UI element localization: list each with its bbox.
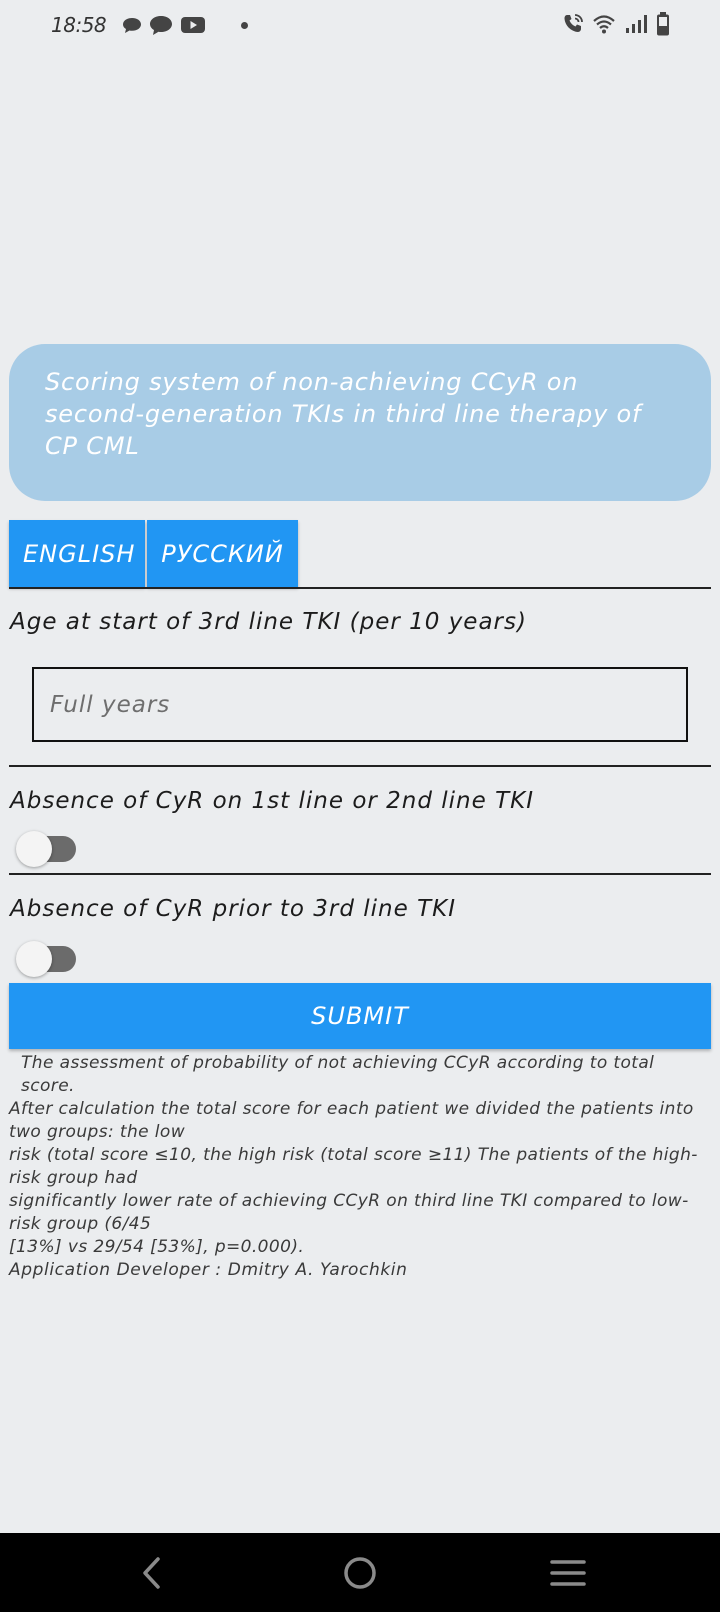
youtube-icon (181, 17, 205, 33)
info-line-3: risk (total score ≤10, the high risk (to… (9, 1145, 698, 1188)
navigation-bar (0, 1533, 720, 1612)
message-icon (150, 16, 172, 35)
language-switcher: ENGLISH РУССКИЙ (9, 520, 298, 587)
status-icons-right (562, 12, 670, 36)
chat-bubble-icon (123, 18, 141, 33)
signal-icon (626, 15, 647, 33)
age-label: Age at start of 3rd line TKI (per 10 yea… (10, 609, 527, 635)
russian-button[interactable]: РУССКИЙ (147, 520, 298, 587)
divider-toggle (9, 873, 711, 875)
status-icons-left (122, 14, 248, 36)
wifi-calling-icon (564, 14, 583, 32)
wifi-icon (593, 15, 615, 34)
info-line-2: After calculation the total score for ea… (9, 1099, 694, 1142)
cyr-prior-third-toggle[interactable] (16, 936, 78, 977)
english-button[interactable]: ENGLISH (9, 520, 145, 587)
notification-dot-icon (241, 21, 248, 29)
info-line-5: [13%] vs 29/54 [53%], p=0.000). (9, 1237, 305, 1257)
info-line-4: significantly lower rate of achieving CC… (9, 1191, 689, 1234)
home-icon[interactable] (340, 1553, 380, 1593)
page-title: Scoring system of non-achieving CCyR on … (45, 368, 642, 460)
divider-top (9, 587, 711, 589)
info-line-1: The assessment of probability of not ach… (21, 1053, 655, 1096)
title-card: Scoring system of non-achieving CCyR on … (9, 344, 711, 501)
battery-icon (657, 12, 669, 36)
toggle-thumb (16, 941, 52, 977)
toggle-thumb (16, 831, 52, 867)
divider-age (9, 765, 711, 767)
back-icon[interactable] (133, 1553, 173, 1593)
cyr-prior-third-label: Absence of CyR prior to 3rd line TKI (10, 896, 457, 922)
status-time: 18:58 (51, 13, 107, 37)
cyr-first-second-label: Absence of CyR on 1st line or 2nd line T… (10, 788, 535, 814)
developer-credit: Application Developer : Dmitry A. Yaroch… (9, 1260, 408, 1280)
cyr-first-second-toggle[interactable] (16, 826, 78, 867)
age-input[interactable] (32, 667, 688, 742)
submit-button[interactable]: SUBMIT (9, 983, 711, 1049)
menu-icon[interactable] (548, 1553, 588, 1593)
info-text: The assessment of probability of not ach… (9, 1052, 711, 1259)
status-bar: 18:58 (0, 0, 720, 52)
